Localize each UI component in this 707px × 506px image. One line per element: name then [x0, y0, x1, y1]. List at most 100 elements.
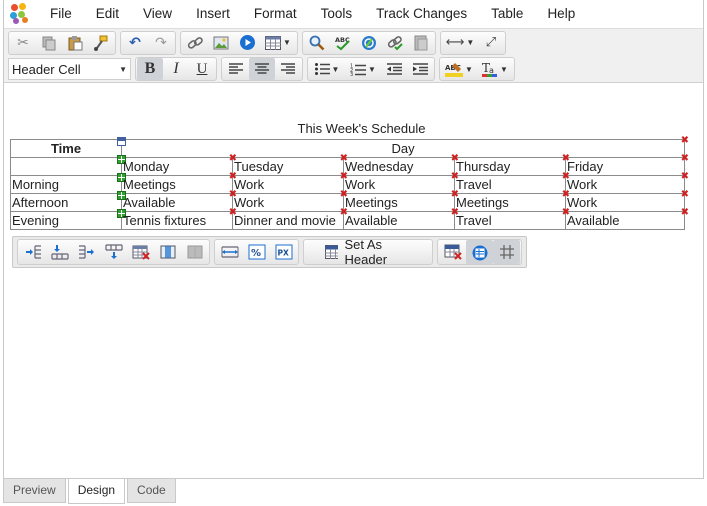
align-right-button[interactable]	[275, 58, 301, 80]
table-cell[interactable]: Monday ✖	[121, 154, 237, 176]
fullscreen-button[interactable]: ⤢	[478, 32, 504, 54]
delete-cell-button[interactable]	[439, 240, 466, 264]
insert-media-button[interactable]	[234, 32, 260, 54]
width-button[interactable]: ⟷ ▼	[442, 32, 478, 54]
table-cell[interactable]: Evening	[10, 209, 126, 230]
table-cell[interactable]: Meetings ✖	[343, 190, 459, 212]
insert-table-button[interactable]: ▼	[260, 32, 296, 54]
highlight-color-button[interactable]: ABC ▼	[441, 58, 477, 80]
pixel-width-button[interactable]: PX	[270, 240, 297, 264]
numbered-list-button[interactable]: 123 ▼	[345, 58, 381, 80]
table-cell[interactable]: Meetings ✖	[121, 172, 237, 194]
page-properties-button[interactable]	[408, 32, 434, 54]
pixel-icon: PX	[275, 244, 292, 260]
menu-insert[interactable]: Insert	[184, 0, 242, 28]
align-left-button[interactable]	[223, 58, 249, 80]
tab-preview[interactable]: Preview	[3, 479, 66, 503]
table-cell[interactable]: Thursday ✖	[454, 154, 570, 176]
paste-button[interactable]	[62, 32, 88, 54]
table-cell[interactable]: Travel ✖	[454, 172, 570, 194]
indent-button[interactable]	[407, 58, 433, 80]
table-cell[interactable]: Wednesday ✖	[343, 154, 459, 176]
bold-button[interactable]: B	[137, 58, 163, 80]
set-as-header-button[interactable]: Set As Header	[305, 237, 431, 267]
table-cell[interactable]: Travel ✖	[454, 208, 570, 230]
merge-cells-button[interactable]	[154, 240, 181, 264]
insert-row-below-button[interactable]	[100, 240, 127, 264]
menu-format[interactable]: Format	[242, 0, 309, 28]
schedule-table[interactable]: Time Day ✖ Monday ✖ Tuesday ✖ Wednesday ✖ Th…	[10, 136, 689, 230]
delete-icon[interactable]: ✖	[681, 172, 689, 182]
table-cell[interactable]: Work ✖	[564, 172, 689, 194]
table-cell[interactable]: Tennis fixtures ✖	[121, 208, 237, 230]
menu-tools[interactable]: Tools	[309, 0, 365, 28]
copy-button[interactable]	[36, 32, 62, 54]
percent-width-button[interactable]: %	[243, 240, 270, 264]
tab-design[interactable]: Design	[67, 479, 126, 504]
list-group: ▼ 123 ▼	[307, 57, 435, 81]
insert-image-button[interactable]	[208, 32, 234, 54]
insert-column-left-button[interactable]	[19, 240, 46, 264]
table-cell[interactable]: Available ✖	[564, 208, 689, 230]
format-painter-button[interactable]	[88, 32, 114, 54]
table-cell[interactable]: Work ✖	[343, 172, 459, 194]
menu-help[interactable]: Help	[535, 0, 587, 28]
day-label: Monday	[123, 159, 170, 174]
menu-file[interactable]: File	[42, 0, 84, 28]
toggle-gridlines-button[interactable]	[493, 240, 520, 264]
paragraph-style-select[interactable]: Header Cell ▼	[8, 58, 131, 80]
cut-button[interactable]: ✂	[10, 32, 36, 54]
table-cell[interactable]: Available ✖	[121, 190, 237, 212]
header-cell-time[interactable]: Time	[10, 137, 126, 158]
delete-column-icon[interactable]: ✖	[681, 136, 689, 146]
table-cell[interactable]: Work ✖	[232, 190, 348, 212]
table-cell[interactable]: Meetings ✖	[454, 190, 570, 212]
accessibility-check-button[interactable]	[356, 32, 382, 54]
outdent-button[interactable]	[381, 58, 407, 80]
link-check-button[interactable]	[382, 32, 408, 54]
tab-code[interactable]: Code	[127, 479, 176, 503]
distribute-columns-button[interactable]	[216, 240, 243, 264]
align-center-button[interactable]	[249, 58, 275, 80]
spellcheck-button[interactable]: ABC	[330, 32, 356, 54]
menu-table[interactable]: Table	[479, 0, 535, 28]
split-cells-button[interactable]	[181, 240, 208, 264]
table-cell[interactable]: Friday ✖	[564, 154, 689, 176]
table-properties-button[interactable]	[466, 240, 493, 264]
insert-column-right-button[interactable]	[73, 240, 100, 264]
table-cell[interactable]: Work ✖	[564, 190, 689, 212]
delete-icon[interactable]: ✖	[681, 154, 689, 164]
text-color-button[interactable]: Ta ▼	[477, 58, 513, 80]
insert-column-right-icon	[78, 245, 94, 259]
header-cell-day[interactable]: Day ✖	[120, 136, 689, 158]
delete-table-button[interactable]	[127, 240, 154, 264]
undo-button[interactable]: ↶	[122, 32, 148, 54]
table-cell[interactable]: Dinner and movie ✖	[232, 208, 348, 230]
cell-text: Work	[567, 177, 598, 192]
table-size-group: % PX	[214, 239, 299, 265]
table-cell[interactable]: Available ✖	[343, 208, 459, 230]
italic-button[interactable]: I	[163, 58, 189, 80]
svg-text:a: a	[489, 66, 494, 75]
day-label: Thursday	[456, 159, 511, 174]
menu-track-changes[interactable]: Track Changes	[364, 0, 479, 28]
table-cell[interactable]: Tuesday ✖	[232, 154, 348, 176]
table-cell[interactable]	[10, 155, 126, 176]
table-cell[interactable]: Afternoon	[10, 191, 126, 212]
bullet-list-button[interactable]: ▼	[309, 58, 345, 80]
document-area[interactable]: This Week's Schedule Time Day ✖ Monday ✖ T…	[4, 83, 703, 478]
redo-button[interactable]: ↷	[148, 32, 174, 54]
table-cell[interactable]: Work ✖	[232, 172, 348, 194]
delete-icon[interactable]: ✖	[681, 190, 689, 200]
table-cell[interactable]: Morning	[10, 173, 126, 194]
menu-view[interactable]: View	[131, 0, 184, 28]
menu-edit[interactable]: Edit	[84, 0, 131, 28]
document-icon	[414, 35, 428, 50]
find-button[interactable]	[304, 32, 330, 54]
cell-text: Work	[234, 177, 265, 192]
underline-button[interactable]: U	[189, 58, 215, 80]
insert-row-above-button[interactable]	[46, 240, 73, 264]
spellcheck-icon: ABC	[335, 36, 350, 50]
delete-icon[interactable]: ✖	[681, 208, 689, 218]
insert-link-button[interactable]	[182, 32, 208, 54]
